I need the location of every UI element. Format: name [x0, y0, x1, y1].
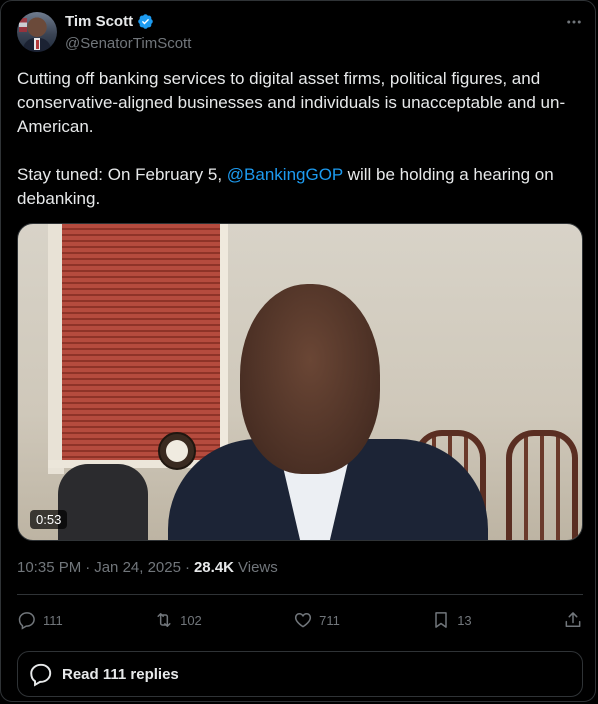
share-icon: [565, 612, 581, 627]
tweet-date[interactable]: Jan 24, 2025: [94, 559, 181, 576]
reply-button[interactable]: 111: [17, 610, 63, 630]
office-chair: [58, 464, 148, 540]
reply-icon: [18, 612, 35, 630]
views-label: Views: [238, 559, 278, 576]
repost-button[interactable]: 102: [154, 610, 202, 630]
avatar[interactable]: [17, 12, 57, 52]
share-button[interactable]: [563, 610, 583, 630]
repost-icon: [157, 613, 171, 627]
views-count: 28.4K: [193, 559, 234, 576]
tweet-text: Cutting off banking services to digital …: [17, 67, 583, 211]
replies-bubble-icon: [30, 663, 52, 687]
repost-count: 102: [180, 612, 202, 628]
flag-decoration: [19, 18, 27, 32]
author-name[interactable]: Tim Scott: [65, 13, 133, 30]
verified-badge-icon: [138, 14, 153, 29]
author-handle[interactable]: @SenatorTimScott: [65, 35, 191, 52]
video-duration: 0:53: [30, 510, 68, 529]
mantel-clock: [158, 432, 196, 470]
meta-separator: ·: [85, 559, 91, 576]
divider: [17, 594, 583, 595]
tweet-meta: 10:35 PM · Jan 24, 2025 · 28.4K Views: [17, 559, 278, 576]
mention-link[interactable]: @BankingGOP: [227, 165, 343, 184]
bookmark-button[interactable]: 13: [431, 610, 472, 630]
reply-count: 111: [43, 612, 63, 628]
meta-separator: ·: [184, 559, 190, 576]
read-replies-label: Read 111 replies: [62, 665, 179, 683]
like-button[interactable]: 711: [293, 610, 340, 630]
like-count: 711: [319, 612, 340, 628]
chair-right: [506, 430, 578, 540]
author-name-row: Tim Scott: [65, 13, 154, 30]
action-bar: 111 102 711 13: [17, 607, 583, 633]
avatar-tie: [35, 40, 39, 49]
person-head: [240, 284, 380, 474]
heart-icon: [295, 612, 312, 628]
tweet-card: Tim Scott @SenatorTimScott Cutting off b…: [0, 0, 596, 702]
tweet-time[interactable]: 10:35 PM: [17, 559, 81, 576]
bookmark-count: 13: [457, 612, 472, 628]
window-blinds: [62, 224, 228, 464]
read-replies-button[interactable]: Read 111 replies: [17, 651, 583, 697]
more-options-icon[interactable]: [563, 11, 585, 33]
video-player[interactable]: 0:53: [17, 223, 583, 541]
bookmark-icon: [435, 612, 447, 628]
